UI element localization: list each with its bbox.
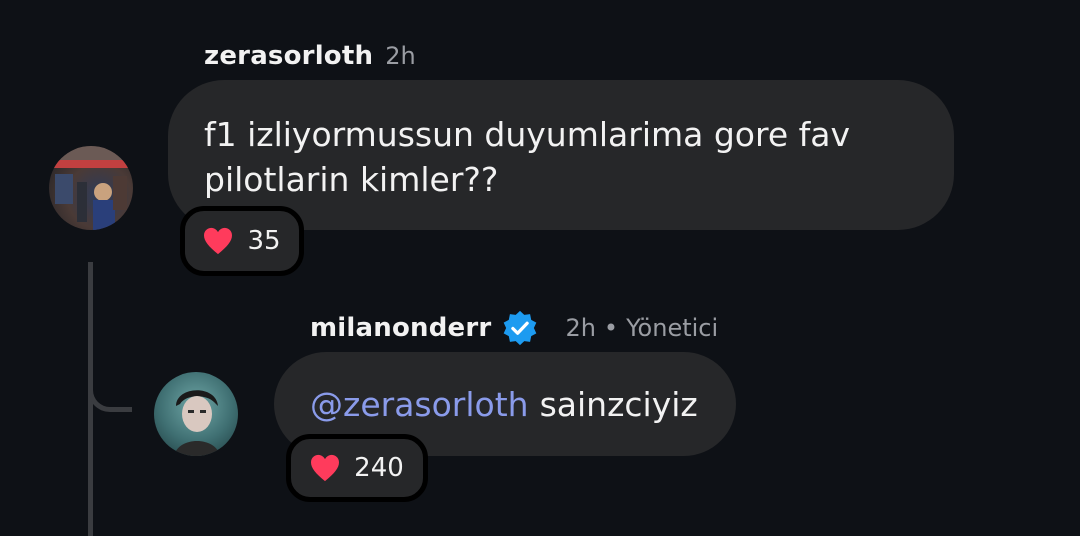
avatar[interactable] — [154, 372, 238, 456]
heart-icon — [311, 454, 340, 482]
comment-text-line: f1 izliyormussun duyumlarima gore fav — [204, 115, 850, 154]
comment-timestamp: 2h — [565, 314, 596, 342]
heart-icon — [204, 227, 233, 255]
meta-separator: • — [603, 314, 619, 342]
comment-header: milanonderr 2h • Yönetici — [310, 308, 718, 348]
comment-text: sainzciyiz — [539, 384, 698, 424]
comment-username[interactable]: milanonderr — [310, 313, 491, 343]
reaction-count: 35 — [247, 226, 281, 256]
verified-badge-icon — [504, 310, 537, 346]
avatar-photo — [174, 390, 220, 456]
avatar[interactable] — [49, 146, 133, 230]
thread-branch — [88, 370, 132, 412]
comment-text-line: pilotlarin kimler?? — [204, 160, 499, 199]
comment-header: zerasorloth 2h — [204, 38, 416, 74]
reaction-count: 240 — [354, 453, 404, 483]
comment-username[interactable]: zerasorloth — [204, 41, 373, 71]
reaction-pill[interactable]: 240 — [286, 434, 428, 502]
mention-link[interactable]: @zerasorloth — [310, 382, 529, 427]
reaction-pill[interactable]: 35 — [180, 206, 304, 276]
comment-timestamp: 2h — [385, 42, 416, 70]
role-label: Yönetici — [626, 314, 719, 342]
avatar-photo — [49, 146, 133, 230]
